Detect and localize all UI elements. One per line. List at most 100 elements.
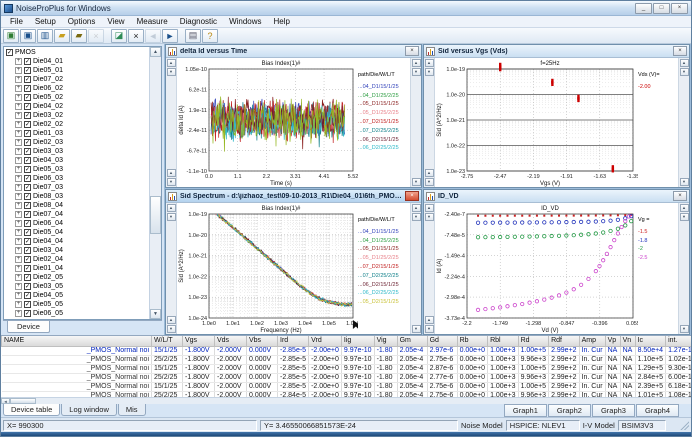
- expand-icon[interactable]: +: [15, 292, 22, 299]
- resize-grip[interactable]: [680, 421, 689, 430]
- tree-item-Die04_02[interactable]: +✓Die04_02: [6, 102, 149, 111]
- save-data-button[interactable]: ▰: [71, 29, 87, 43]
- expand-icon[interactable]: +: [15, 274, 22, 281]
- tree-item-Die04_03[interactable]: +✓Die04_03: [6, 156, 149, 165]
- expand-icon[interactable]: +: [15, 193, 22, 200]
- column-header-name[interactable]: NAME: [2, 336, 152, 346]
- graph-window-titlebar[interactable]: delta Id versus Time×: [166, 45, 421, 58]
- chart-chart3-canvas[interactable]: 1.0e01.0e11.0e21.0e31.0e41.0e51.0e61.0e-…: [177, 203, 358, 334]
- scroll-down-icon[interactable]: ▼: [680, 325, 689, 333]
- column-header-gm[interactable]: Gm: [397, 336, 427, 346]
- tile-windows-button[interactable]: ▥: [37, 29, 53, 43]
- checkbox[interactable]: ✓: [24, 193, 31, 200]
- next-button[interactable]: ►: [162, 29, 178, 43]
- checkbox[interactable]: ✓: [24, 130, 31, 137]
- spinner-down-button[interactable]: ▼: [167, 68, 176, 76]
- button-graph2[interactable]: Graph2: [548, 404, 591, 417]
- column-header-ic[interactable]: Ic: [635, 336, 666, 346]
- scroll-up-icon[interactable]: ▲: [150, 47, 161, 57]
- scroll-down-icon[interactable]: ▼: [150, 309, 161, 319]
- spinner-up-button[interactable]: ▲: [680, 204, 689, 212]
- tree-item-Die03_05[interactable]: +✓Die03_05: [6, 282, 149, 291]
- checkbox[interactable]: ✓: [24, 148, 31, 155]
- spinner-down-button[interactable]: ▼: [167, 325, 176, 333]
- graph-window-chart2[interactable]: Sid versus Vgs (Vds)×▲▼▲▼-2.75-2.47-2.19…: [423, 44, 690, 188]
- tree-item-Die05_01[interactable]: +✓Die05_01: [6, 66, 149, 75]
- table-row[interactable]: _PMOS_Normal noi15/1/25-1.800V-2.000V0.0…: [2, 382, 692, 391]
- table-row[interactable]: _PMOS_Normal noi25/2/25-1.800V-2.000V0.0…: [2, 391, 692, 397]
- spinner-up-button[interactable]: ▲: [680, 59, 689, 67]
- checkbox[interactable]: ✓: [24, 247, 31, 254]
- column-header-vp[interactable]: Vp: [605, 336, 620, 346]
- checkbox[interactable]: ✓: [24, 283, 31, 290]
- tree-item-Die07_05[interactable]: +✓Die07_05: [6, 318, 149, 319]
- graph-window-chart4[interactable]: ID_VD×▲▼▲▼-2.2-1.749-1.298-0.847-0.3960.…: [423, 189, 690, 335]
- tree-item-Die07_02[interactable]: +✓Die07_02: [6, 75, 149, 84]
- column-header-gd[interactable]: Gd: [427, 336, 457, 346]
- expand-icon[interactable]: +: [15, 67, 22, 74]
- menu-windows[interactable]: Windows: [223, 17, 267, 26]
- checkbox[interactable]: ✓: [24, 265, 31, 272]
- table-row[interactable]: _PMOS_Normal noi25/2/25-1.800V-2.000V0.0…: [2, 355, 692, 364]
- button-graph4[interactable]: Graph4: [636, 404, 679, 417]
- expand-icon[interactable]: +: [15, 211, 22, 218]
- spinner-up-button[interactable]: ▲: [167, 316, 176, 324]
- print-button[interactable]: ▤: [185, 29, 201, 43]
- button-graph3[interactable]: Graph3: [592, 404, 635, 417]
- spinner-down-button[interactable]: ▼: [425, 68, 434, 76]
- tree-item-Die04_01[interactable]: +✓Die04_01: [6, 57, 149, 66]
- menu-file[interactable]: File: [4, 17, 29, 26]
- expand-icon[interactable]: +: [15, 301, 22, 308]
- tree-item-Die05_03[interactable]: +✓Die05_03: [6, 165, 149, 174]
- expand-icon[interactable]: +: [15, 265, 22, 272]
- tree-item-Die03_02[interactable]: +✓Die03_02: [6, 111, 149, 120]
- spinner-up-button[interactable]: ▲: [425, 316, 434, 324]
- graph-window-chart1[interactable]: delta Id versus Time×▲▼▲▼0.01.12.23.314.…: [165, 44, 422, 188]
- spinner-down-button[interactable]: ▼: [412, 68, 421, 76]
- spinner-up-button[interactable]: ▲: [412, 204, 421, 212]
- checkbox[interactable]: ✓: [24, 292, 31, 299]
- checkbox[interactable]: ✓: [24, 310, 31, 317]
- expand-icon[interactable]: +: [15, 220, 22, 227]
- checkbox[interactable]: ✓: [24, 157, 31, 164]
- expand-icon[interactable]: +: [15, 130, 22, 137]
- checkbox[interactable]: ✓: [24, 85, 31, 92]
- close-button[interactable]: ×: [673, 46, 687, 56]
- spinner-down-button[interactable]: ▼: [425, 325, 434, 333]
- expand-icon[interactable]: +: [15, 148, 22, 155]
- expand-icon[interactable]: +: [15, 121, 22, 128]
- spinner-up-button[interactable]: ▲: [425, 169, 434, 177]
- checkbox[interactable]: ✓: [24, 58, 31, 65]
- chart-area[interactable]: 0.01.12.23.314.415.521.05e-106.2e-111.9e…: [177, 58, 410, 187]
- spinner-up-button[interactable]: ▲: [425, 204, 434, 212]
- column-header-amp[interactable]: Amp: [579, 336, 605, 346]
- tree-item-Die05_05[interactable]: +✓Die05_05: [6, 300, 149, 309]
- expand-icon[interactable]: +: [15, 103, 22, 110]
- checkbox[interactable]: ✓: [24, 211, 31, 218]
- expand-icon[interactable]: +: [15, 112, 22, 119]
- column-header-iig[interactable]: Iig: [341, 336, 374, 346]
- column-header-ird[interactable]: Ird: [278, 336, 309, 346]
- spinner-up-button[interactable]: ▲: [412, 59, 421, 67]
- scroll-down-icon[interactable]: ▼: [680, 178, 689, 186]
- spinner-down-button[interactable]: ▼: [680, 213, 689, 221]
- checkbox[interactable]: ✓: [24, 76, 31, 83]
- menu-options[interactable]: Options: [62, 17, 102, 26]
- tab-log-window[interactable]: Log window: [61, 404, 117, 416]
- delete-button[interactable]: ×: [128, 29, 144, 43]
- column-header-vgs[interactable]: Vgs: [183, 336, 215, 346]
- checkbox[interactable]: ✓: [24, 103, 31, 110]
- checkbox[interactable]: ✓: [24, 166, 31, 173]
- chart-chart2-canvas[interactable]: -2.75-2.47-2.19-1.91-1.63-1.351.0e-191.0…: [435, 58, 638, 187]
- spinner-up-button[interactable]: ▲: [167, 59, 176, 67]
- graph-window-titlebar[interactable]: Sid Spectrum - d:\jizhaoz_test\09-10-201…: [166, 190, 421, 203]
- chart-chart1-canvas[interactable]: 0.01.12.23.314.415.521.05e-106.2e-111.9e…: [177, 58, 358, 187]
- expand-icon[interactable]: +: [15, 256, 22, 263]
- column-header-rb[interactable]: Rb: [457, 336, 488, 346]
- chart-chart4-canvas[interactable]: -2.2-1.749-1.298-0.847-0.3960.055-2.40e-…: [435, 203, 638, 334]
- spinner-down-button[interactable]: ▼: [425, 178, 434, 186]
- close-button[interactable]: ×: [671, 3, 688, 14]
- expand-icon[interactable]: +: [15, 247, 22, 254]
- tree-item-Die02_05[interactable]: +✓Die02_05: [6, 273, 149, 282]
- spinner-up-button[interactable]: ▲: [167, 169, 176, 177]
